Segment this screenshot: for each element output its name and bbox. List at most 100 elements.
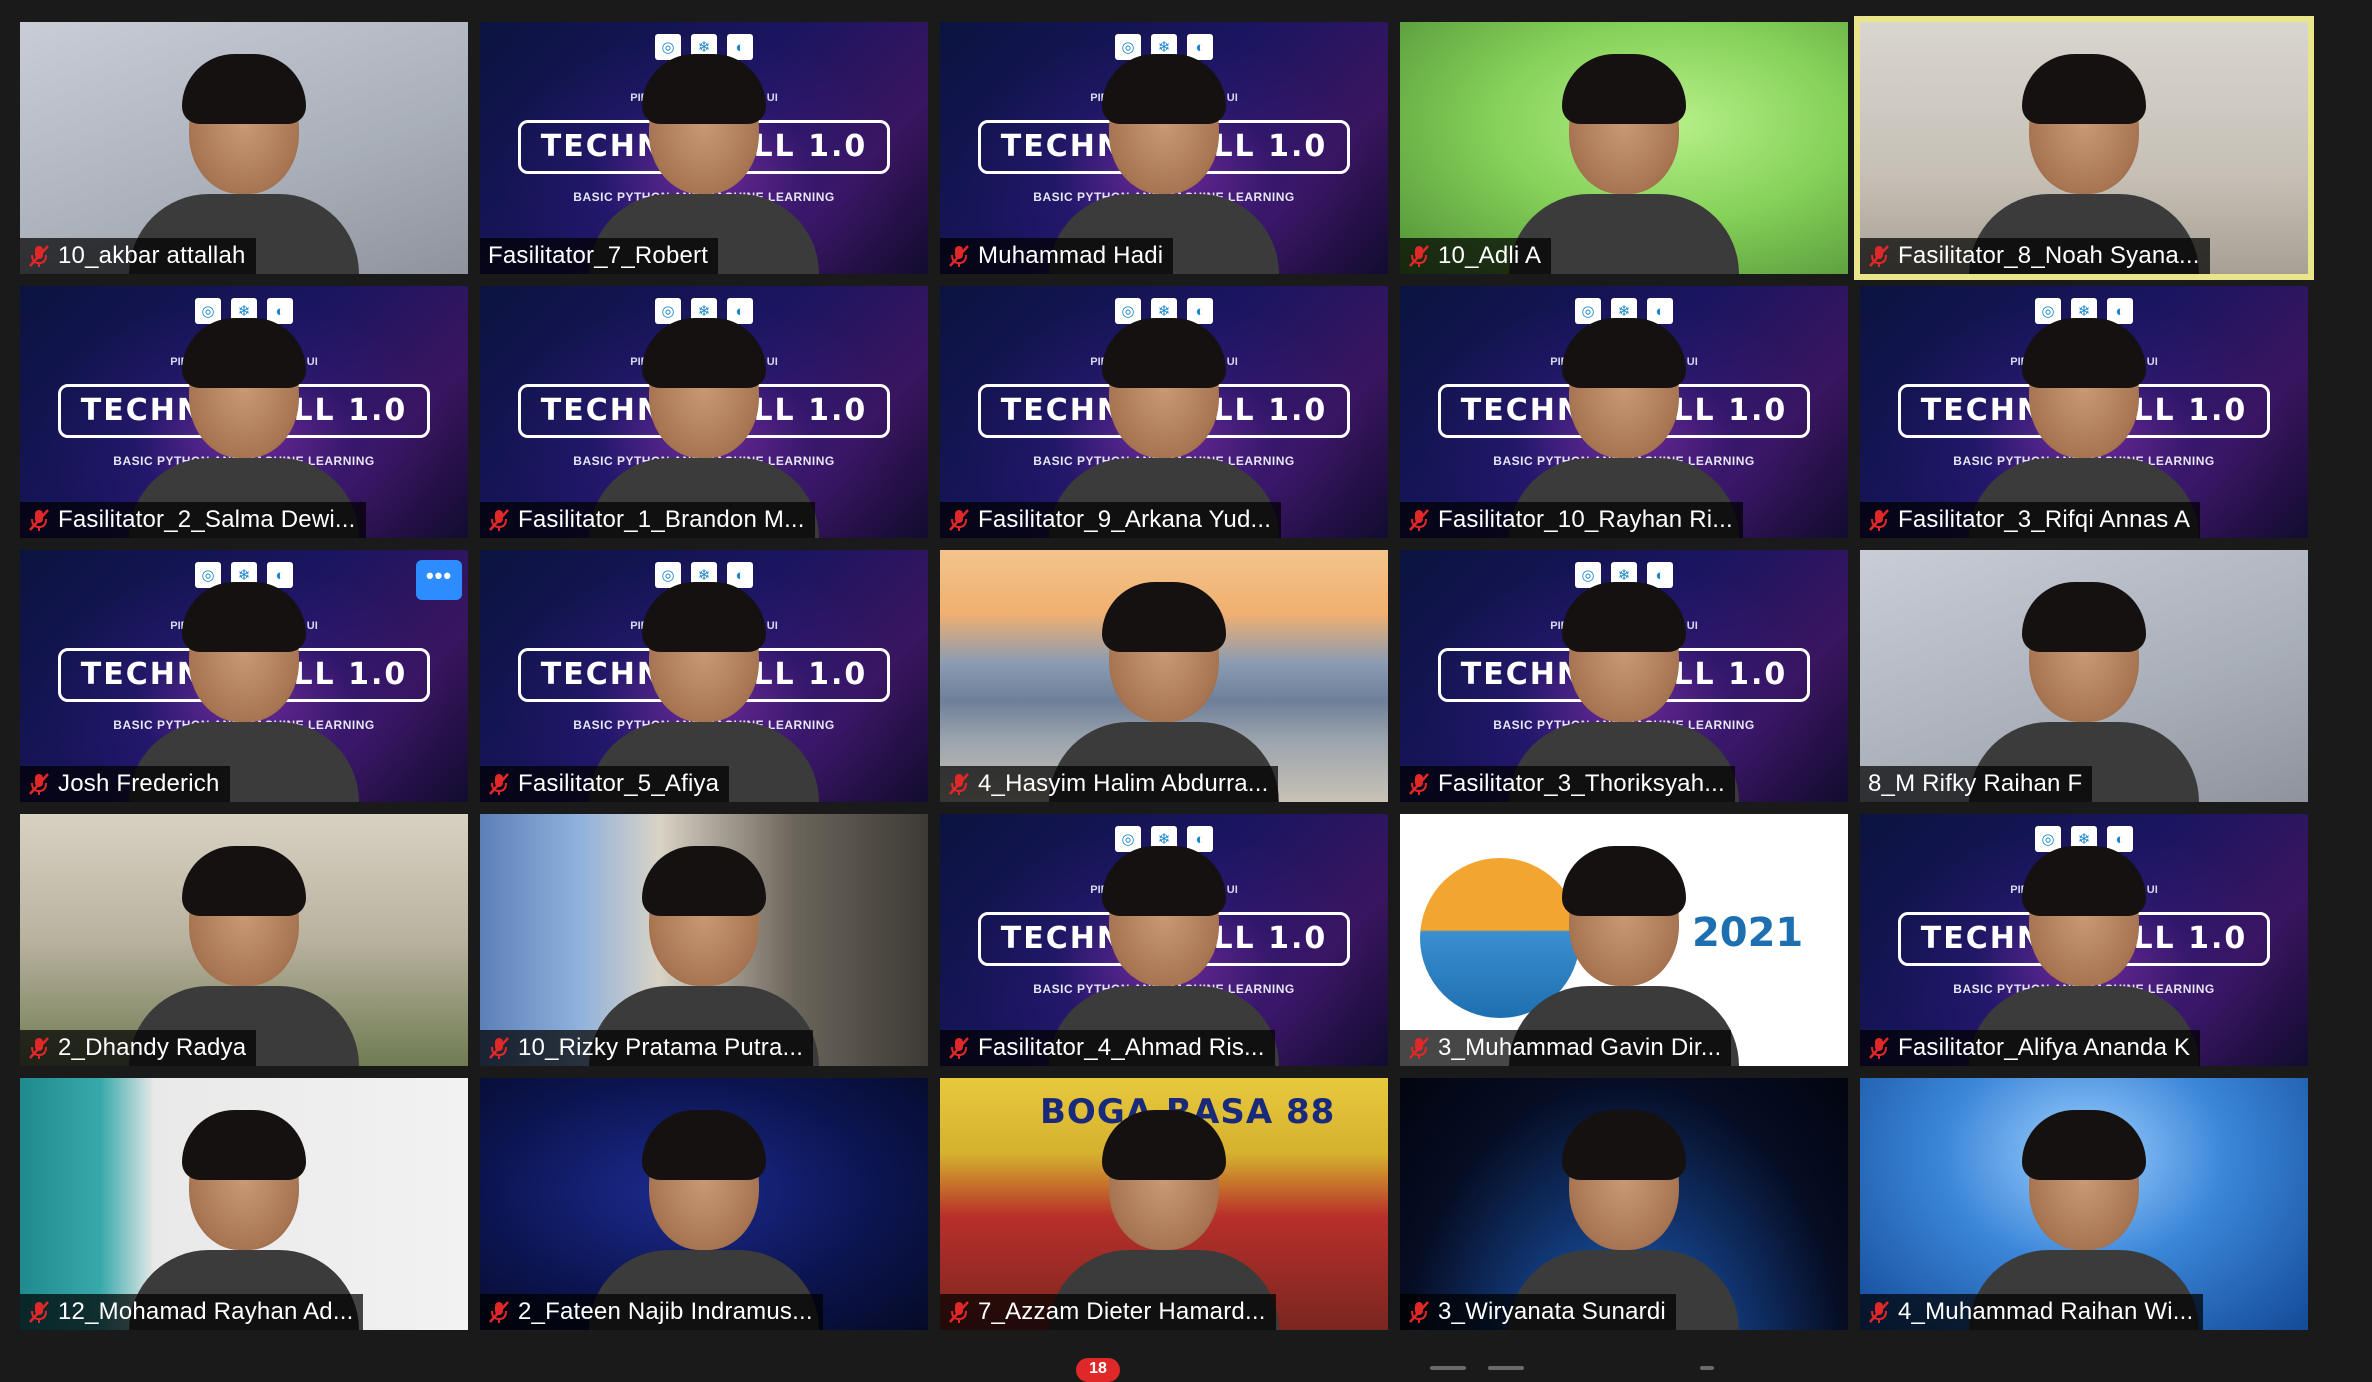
microphone-muted-icon [1869,245,1889,267]
microphone-muted-icon [1409,1301,1429,1323]
participant-name: Fasilitator_5_Afiya [518,770,720,797]
participant-video-tile[interactable]: 8_M Rifky Raihan F [1860,550,2308,802]
participant-video-tile[interactable]: 3_Wiryanata Sunardi [1400,1078,1848,1330]
participant-video-tile[interactable]: ◎❄◐PIPTEK IME FTUI X ASBE UITECHNOSKILL … [1860,286,2308,538]
participant-name: Fasilitator_4_Ahmad Ris... [978,1034,1265,1061]
participant-name: Josh Frederich [58,770,220,797]
participant-name: Fasilitator_2_Salma Dewi... [58,506,356,533]
participant-video-tile[interactable]: BOGA RASA 88 7_Azzam Dieter Hamard... [940,1078,1388,1330]
participant-name: 2_Fateen Najib Indramus... [518,1298,813,1325]
participant-video-tile[interactable]: ◎❄◐PIPTEK IME FTUI X ASBE UITECHNOSKILL … [480,286,928,538]
participant-name-label: 10_Rizky Pratama Putra... [480,1030,814,1066]
participant-name: Muhammad Hadi [978,242,1164,269]
participant-name-label: 4_Muhammad Raihan Wi... [1860,1294,2204,1330]
microphone-muted-icon [949,1301,969,1323]
participant-name: 2_Dhandy Radya [58,1034,247,1061]
participant-video-tile[interactable]: Fasilitator_8_Noah Syana... [1854,16,2314,280]
more-options-button[interactable]: ••• [416,560,462,600]
participant-name: 10_Adli A [1438,242,1542,269]
participant-video-tile[interactable]: 10_Adli A [1400,22,1848,274]
participant-video-tile[interactable]: ◎❄◐PIPTEK IME FTUI X ASBE UITECHNOSKILL … [20,550,468,802]
participant-name-label: Fasilitator_5_Afiya [480,766,730,802]
chat-unread-badge[interactable]: 18 [1076,1358,1120,1382]
participant-name-label: Fasilitator_8_Noah Syana... [1860,238,2210,274]
participant-name-label: Josh Frederich [20,766,230,802]
participant-name-label: 12_Mohamad Rayhan Ad... [20,1294,364,1330]
microphone-muted-icon [949,245,969,267]
participant-name-label: Fasilitator_4_Ahmad Ris... [940,1030,1275,1066]
participant-name-label: Fasilitator_10_Rayhan Ri... [1400,502,1743,538]
participant-name: Fasilitator_7_Robert [488,242,709,269]
microphone-muted-icon [489,509,509,531]
participant-video-tile[interactable]: ◎❄◐PIPTEK IME FTUI X ASBE UITECHNOSKILL … [480,550,928,802]
participant-name-label: 8_M Rifky Raihan F [1860,766,2093,802]
toolbar-button-stub[interactable] [1488,1366,1524,1370]
microphone-muted-icon [1869,509,1889,531]
microphone-muted-icon [1869,1037,1889,1059]
participant-video-tile[interactable]: 4_Muhammad Raihan Wi... [1860,1078,2308,1330]
microphone-muted-icon [489,1037,509,1059]
microphone-muted-icon [949,509,969,531]
participant-name: 7_Azzam Dieter Hamard... [978,1298,1266,1325]
participant-video-tile[interactable]: 2_Dhandy Radya [20,814,468,1066]
participant-video-tile[interactable]: ◎❄◐PIPTEK IME FTUI X ASBE UITECHNOSKILL … [1400,550,1848,802]
microphone-muted-icon [489,773,509,795]
microphone-muted-icon [29,1037,49,1059]
microphone-muted-icon [29,773,49,795]
participant-name: 3_Muhammad Gavin Dir... [1438,1034,1722,1061]
participant-video-tile[interactable]: 10_akbar attallah [20,22,468,274]
participant-video-tile[interactable]: 10_Rizky Pratama Putra... [480,814,928,1066]
participant-video-tile[interactable]: 12_Mohamad Rayhan Ad... [20,1078,468,1330]
participant-name-label: 10_Adli A [1400,238,1552,274]
participant-name: Fasilitator_Alifya Ananda K [1898,1034,2191,1061]
participant-video-tile[interactable]: ◎❄◐PIPTEK IME FTUI X ASBE UITECHNOSKILL … [1400,286,1848,538]
participant-name-label: 4_Hasyim Halim Abdurra... [940,766,1279,802]
microphone-muted-icon [1409,1037,1429,1059]
microphone-muted-icon [29,509,49,531]
participant-name-label: Fasilitator_3_Thoriksyah... [1400,766,1735,802]
participant-name-label: 3_Muhammad Gavin Dir... [1400,1030,1732,1066]
toolbar-button-stub[interactable] [1430,1366,1466,1370]
participant-name: Fasilitator_9_Arkana Yud... [978,506,1272,533]
microphone-muted-icon [949,1037,969,1059]
toolbar-button-stub[interactable] [1700,1366,1714,1370]
participant-video-tile[interactable]: ◎❄◐PIPTEK IME FTUI X ASBE UITECHNOSKILL … [20,286,468,538]
microphone-muted-icon [489,1301,509,1323]
participant-name-label: 3_Wiryanata Sunardi [1400,1294,1676,1330]
participant-name-label: Fasilitator_2_Salma Dewi... [20,502,366,538]
participant-name: 8_M Rifky Raihan F [1868,770,2083,797]
participant-name-label: 2_Dhandy Radya [20,1030,257,1066]
participant-video-tile[interactable]: ◎❄◐PIPTEK IME FTUI X ASBE UITECHNOSKILL … [1860,814,2308,1066]
microphone-muted-icon [949,773,969,795]
participant-name: Fasilitator_3_Rifqi Annas A [1898,506,2191,533]
participant-name: 10_akbar attallah [58,242,246,269]
participant-name: Fasilitator_8_Noah Syana... [1898,242,2200,269]
microphone-muted-icon [1409,773,1429,795]
participant-video-tile[interactable]: ◎❄◐PIPTEK IME FTUI X ASBE UITECHNOSKILL … [940,814,1388,1066]
participant-name: Fasilitator_3_Thoriksyah... [1438,770,1725,797]
microphone-muted-icon [29,1301,49,1323]
participant-video-tile[interactable]: ◎❄◐PIPTEK IME FTUI X ASBE UITECHNOSKILL … [480,22,928,274]
participant-name-label: Fasilitator_1_Brandon M... [480,502,815,538]
microphone-muted-icon [1409,509,1429,531]
participant-name-label: 2_Fateen Najib Indramus... [480,1294,823,1330]
participant-name-label: Fasilitator_9_Arkana Yud... [940,502,1282,538]
meeting-toolbar [0,1350,2372,1372]
participant-video-tile[interactable]: IMF 2021 3_Muhammad Gavin Dir... [1400,814,1848,1066]
participant-name: Fasilitator_10_Rayhan Ri... [1438,506,1733,533]
participant-name-label: 10_akbar attallah [20,238,256,274]
participant-name-label: Muhammad Hadi [940,238,1174,274]
participant-name: Fasilitator_1_Brandon M... [518,506,805,533]
participant-name-label: Fasilitator_3_Rifqi Annas A [1860,502,2201,538]
participant-video-tile[interactable]: 4_Hasyim Halim Abdurra... [940,550,1388,802]
video-gallery: 10_akbar attallah ◎❄◐PIPTEK IME FTUI X AS… [0,0,2372,1372]
participant-video-tile[interactable]: ◎❄◐PIPTEK IME FTUI X ASBE UITECHNOSKILL … [940,22,1388,274]
microphone-muted-icon [1869,1301,1889,1323]
microphone-muted-icon [1409,245,1429,267]
participant-name: 12_Mohamad Rayhan Ad... [58,1298,354,1325]
participant-name: 10_Rizky Pratama Putra... [518,1034,804,1061]
participant-name-label: 7_Azzam Dieter Hamard... [940,1294,1276,1330]
microphone-muted-icon [29,245,49,267]
participant-video-tile[interactable]: 2_Fateen Najib Indramus... [480,1078,928,1330]
participant-video-tile[interactable]: ◎❄◐PIPTEK IME FTUI X ASBE UITECHNOSKILL … [940,286,1388,538]
